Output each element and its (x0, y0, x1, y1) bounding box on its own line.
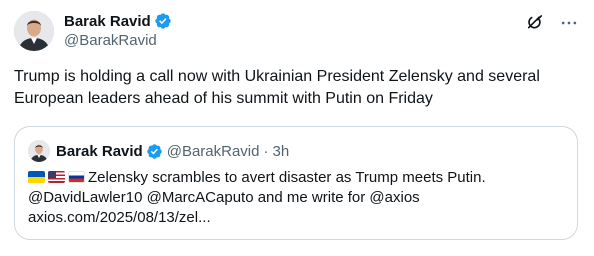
quoted-author-avatar[interactable] (28, 140, 50, 162)
quoted-author-name[interactable]: Barak Ravid (56, 143, 143, 160)
separator-dot: · (263, 142, 269, 160)
verified-badge-icon[interactable] (146, 143, 163, 160)
russia-flag-icon (68, 171, 85, 183)
quoted-author-handle[interactable]: @BarakRavid (167, 143, 260, 160)
quoted-post[interactable]: Barak Ravid @BarakRavid · 3h Zelensky sc… (14, 126, 578, 240)
post-text: Trump is holding a call now with Ukraini… (14, 68, 540, 107)
usa-flag-icon (48, 171, 65, 183)
ukraine-flag-icon (28, 171, 45, 183)
author-handle[interactable]: @BarakRavid (64, 32, 172, 49)
author-avatar[interactable] (14, 11, 54, 51)
post-timestamp[interactable]: 3h (272, 143, 289, 160)
avatar-image (28, 140, 50, 162)
verified-badge-icon[interactable] (154, 12, 172, 30)
quoted-text-line-2: @DavidLawler10 @MarcACaputo and me write… (28, 189, 420, 206)
post-card[interactable]: Barak Ravid @BarakRavid Trump is holding… (0, 0, 594, 256)
quoted-post-text: Zelensky scrambles to avert disaster as … (28, 168, 568, 228)
more-options-icon[interactable] (558, 12, 580, 34)
author-name[interactable]: Barak Ravid (64, 13, 151, 30)
quoted-link[interactable]: axios.com/2025/08/13/zel... (28, 208, 568, 228)
quoted-text-line-1: Zelensky scrambles to avert disaster as … (88, 169, 486, 186)
grok-icon[interactable] (524, 12, 546, 34)
avatar-image (14, 11, 54, 51)
